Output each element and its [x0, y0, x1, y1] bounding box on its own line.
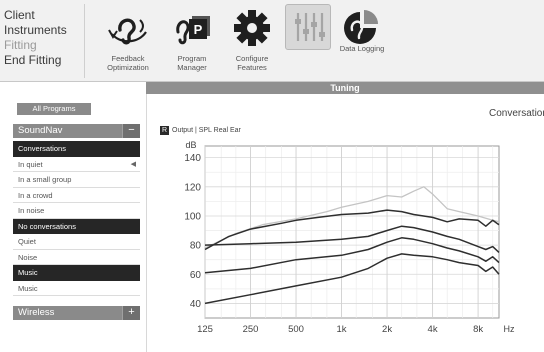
gain-chart-panel: R Output | SPL Real Ear 40 60 80 100 120 140 dB…	[156, 122, 544, 344]
y-axis-unit-label: dB	[185, 140, 196, 150]
fitting-tools: Feedback Optimization P Program Manager	[92, 4, 542, 82]
program-item-conversations[interactable]: Conversations	[13, 141, 140, 157]
chart-legend: R Output | SPL Real Ear	[160, 126, 241, 135]
x-tick-label: 250	[243, 324, 259, 335]
y-tick-label: 40	[190, 299, 202, 310]
program-item-music-header[interactable]: Music	[13, 265, 140, 281]
data-logging-label: Data Logging	[339, 44, 385, 53]
program-title: Conversations	[489, 108, 544, 119]
step-client[interactable]: Client	[4, 8, 84, 23]
workflow-steps: Client Instruments Fitting End Fitting	[4, 8, 84, 68]
output-spl-chart[interactable]: 40 60 80 100 120 140 dB 125 250 500 1k 2k 4k 8k Hz	[156, 122, 544, 344]
wireless-expand-button[interactable]: +	[122, 306, 140, 320]
step-fitting[interactable]: Fitting	[4, 38, 84, 53]
wireless-title: Wireless	[18, 307, 55, 318]
program-item-in-crowd[interactable]: In a crowd	[13, 187, 140, 203]
configure-features-label-2: Features	[237, 63, 267, 72]
step-instruments[interactable]: Instruments	[4, 23, 84, 38]
feedback-optimization-label-1: Feedback	[111, 54, 145, 63]
left-panel-divider	[146, 94, 147, 352]
x-tick-label: 8k	[473, 324, 483, 335]
x-tick-label: 125	[197, 324, 213, 335]
y-tick-label: 60	[190, 270, 202, 281]
x-axis-unit-label: Hz	[504, 324, 515, 334]
x-tick-label: 2k	[382, 324, 392, 335]
soundnav-program-list: Conversations In quiet ◀ In a small group…	[13, 141, 140, 296]
x-tick-label: 500	[288, 324, 304, 335]
y-tick-label: 140	[184, 153, 201, 164]
program-list-panel: All Programs SoundNav − Conversations In…	[6, 99, 140, 352]
feedback-optimization-button[interactable]: Feedback Optimization	[92, 6, 164, 72]
program-item-in-quiet[interactable]: In quiet ◀	[13, 156, 140, 172]
feedback-optimization-label-2: Optimization	[107, 63, 149, 72]
tuning-header-bar: Tuning	[146, 82, 544, 94]
right-ear-badge: R	[160, 126, 169, 135]
configure-features-label-1: Configure	[235, 54, 269, 63]
soundnav-header: SoundNav −	[13, 124, 140, 138]
x-tick-label: 4k	[428, 324, 438, 335]
y-tick-label: 100	[184, 211, 201, 222]
program-item-in-noise[interactable]: In noise	[13, 203, 140, 219]
wireless-header: Wireless +	[13, 306, 140, 320]
step-end-fitting[interactable]: End Fitting	[4, 53, 84, 68]
program-item-quiet[interactable]: Quiet	[13, 234, 140, 250]
program-item-no-conversations[interactable]: No conversations	[13, 218, 140, 234]
selected-arrow-icon: ◀	[130, 160, 136, 168]
x-tick-label: 1k	[337, 324, 347, 335]
program-item-in-small-group[interactable]: In a small group	[13, 172, 140, 188]
program-manager-icon: P	[176, 16, 210, 45]
top-navigation-bar: Client Instruments Fitting End Fitting F…	[0, 0, 544, 82]
y-tick-label: 80	[190, 241, 202, 252]
soundnav-title: SoundNav	[18, 125, 63, 136]
tuning-active-highlight	[285, 4, 331, 50]
data-logging-button[interactable]: Data Logging	[326, 6, 398, 53]
all-programs-button[interactable]: All Programs	[17, 103, 91, 115]
steps-divider	[84, 4, 85, 78]
program-item-noise[interactable]: Noise	[13, 249, 140, 265]
soundnav-collapse-button[interactable]: −	[122, 124, 140, 138]
svg-text:P: P	[194, 22, 203, 37]
program-item-music[interactable]: Music	[13, 280, 140, 296]
chart-measurement-label: Output | SPL Real Ear	[172, 127, 241, 134]
plot-area	[204, 145, 500, 319]
feedback-optimization-icon	[108, 18, 147, 45]
configure-features-icon	[234, 10, 270, 46]
y-tick-label: 120	[184, 182, 201, 193]
